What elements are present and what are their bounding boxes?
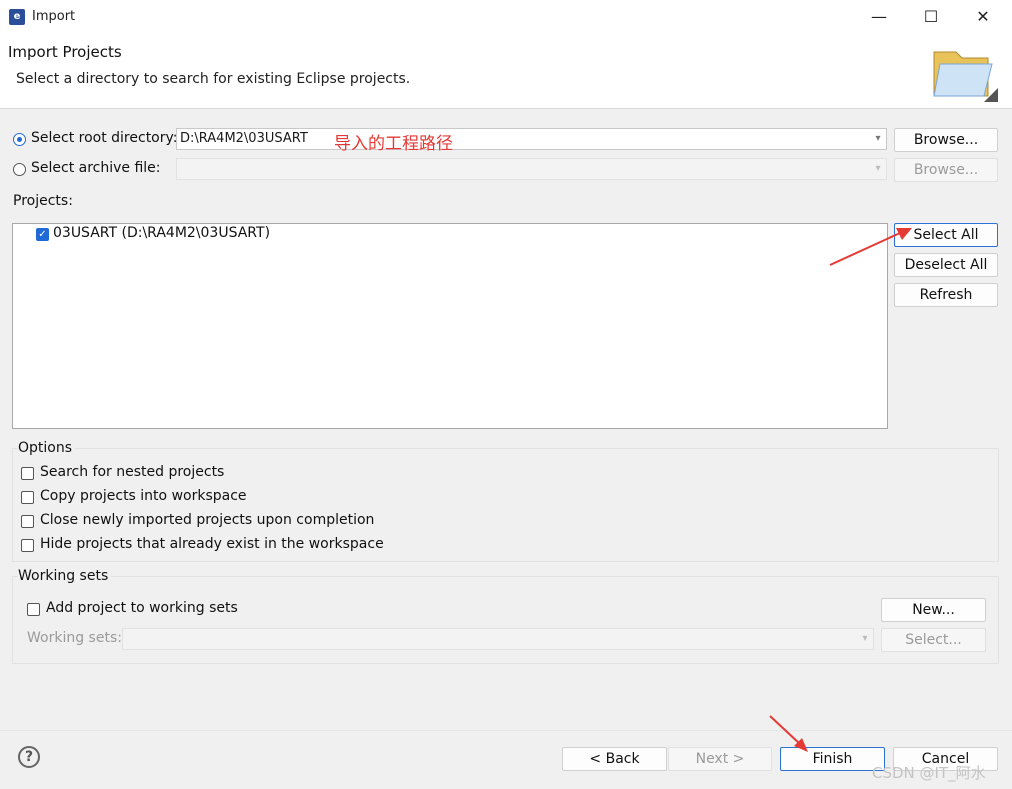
copy-projects-label: Copy projects into workspace — [40, 488, 247, 504]
add-to-working-sets-checkbox[interactable] — [27, 603, 40, 616]
working-sets-title: Working sets — [18, 568, 112, 584]
minimize-button[interactable]: — — [856, 0, 902, 34]
working-sets-group — [12, 576, 999, 664]
chevron-down-icon: ▾ — [862, 633, 868, 644]
root-directory-label: Select root directory: — [31, 130, 178, 146]
watermark: CSDN @IT_阿水 — [872, 764, 986, 782]
maximize-button[interactable]: ☐ — [908, 0, 954, 34]
back-button[interactable]: < Back — [562, 747, 667, 771]
root-directory-combo[interactable]: D:\RA4M2\03USART — [176, 128, 887, 150]
archive-file-radio[interactable] — [13, 163, 26, 176]
folder-icon — [930, 42, 1000, 108]
footer-divider — [0, 730, 1012, 731]
close-imported-checkbox[interactable] — [21, 515, 34, 528]
new-working-set-button[interactable]: New... — [881, 598, 986, 622]
hide-existing-label: Hide projects that already exist in the … — [40, 536, 384, 552]
annotation-arrow — [829, 228, 912, 266]
root-directory-radio[interactable] — [13, 133, 26, 146]
copy-projects-checkbox[interactable] — [21, 491, 34, 504]
options-title: Options — [18, 440, 76, 456]
page-description: Select a directory to search for existin… — [16, 71, 411, 87]
path-annotation: 导入的工程路径 — [334, 134, 453, 154]
browse-root-button[interactable]: Browse... — [894, 128, 998, 152]
chevron-down-icon: ▾ — [875, 163, 881, 174]
close-imported-label: Close newly imported projects upon compl… — [40, 512, 375, 528]
select-working-sets-button: Select... — [881, 628, 986, 652]
close-button[interactable]: ✕ — [960, 0, 1006, 34]
page-title: Import Projects — [8, 43, 122, 61]
help-icon[interactable]: ? — [18, 746, 40, 768]
working-sets-label: Working sets: — [27, 630, 122, 646]
projects-label: Projects: — [13, 193, 73, 209]
archive-file-label: Select archive file: — [31, 160, 161, 176]
working-sets-combo — [122, 628, 874, 650]
chevron-down-icon[interactable]: ▾ — [871, 129, 885, 149]
project-checkbox[interactable]: ✓ — [36, 228, 49, 241]
window-title: Import — [32, 9, 76, 24]
eclipse-app-icon: e — [9, 9, 25, 25]
nested-projects-label: Search for nested projects — [40, 464, 225, 480]
hide-existing-checkbox[interactable] — [21, 539, 34, 552]
projects-list[interactable] — [12, 223, 888, 429]
add-to-working-sets-label: Add project to working sets — [46, 600, 238, 616]
browse-archive-button: Browse... — [894, 158, 998, 182]
root-directory-value: D:\RA4M2\03USART — [180, 131, 308, 146]
refresh-button[interactable]: Refresh — [894, 283, 998, 307]
next-button: Next > — [668, 747, 772, 771]
annotation-arrow — [769, 715, 808, 752]
list-item[interactable]: 03USART (D:\RA4M2\03USART) — [53, 225, 270, 241]
archive-file-combo — [176, 158, 887, 180]
nested-projects-checkbox[interactable] — [21, 467, 34, 480]
